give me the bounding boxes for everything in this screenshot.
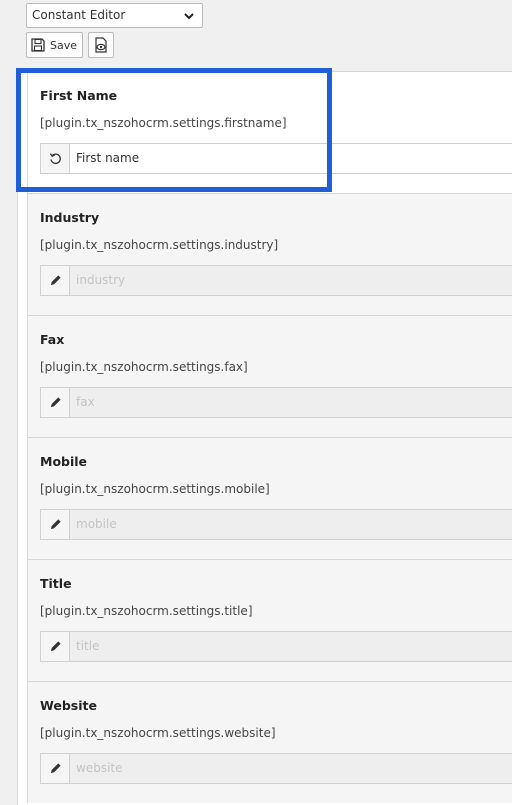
constant-title: Title [plugin.tx_nszohocrm.settings.titl… xyxy=(27,559,512,681)
edit-button[interactable] xyxy=(41,754,70,783)
edit-button[interactable] xyxy=(41,388,70,417)
constant-website: Website [plugin.tx_nszohocrm.settings.we… xyxy=(27,681,512,803)
website-field: website xyxy=(40,753,512,784)
website-input[interactable]: website xyxy=(70,754,123,783)
reset-icon xyxy=(49,153,61,165)
edit-button[interactable] xyxy=(41,510,70,539)
field-title: Industry xyxy=(40,210,100,225)
title-input[interactable]: title xyxy=(70,632,99,661)
pencil-icon xyxy=(50,519,61,530)
mobile-input[interactable]: mobile xyxy=(70,510,117,539)
field-key: [plugin.tx_nszohocrm.settings.industry] xyxy=(40,238,279,252)
pencil-icon xyxy=(50,763,61,774)
field-key: [plugin.tx_nszohocrm.settings.website] xyxy=(40,726,276,740)
floppy-disk-icon xyxy=(31,38,45,52)
fax-field: fax xyxy=(40,387,512,418)
mobile-field: mobile xyxy=(40,509,512,540)
save-button-label: Save xyxy=(50,38,78,52)
pencil-icon xyxy=(50,397,61,408)
field-title: Fax xyxy=(40,332,65,347)
left-gutter xyxy=(0,62,17,805)
fax-input[interactable]: fax xyxy=(70,388,95,417)
industry-field: industry xyxy=(40,265,512,296)
field-title: Mobile xyxy=(40,454,88,469)
view-page-button[interactable] xyxy=(88,32,114,58)
field-key: [plugin.tx_nszohocrm.settings.mobile] xyxy=(40,482,270,496)
field-title: Website xyxy=(40,698,97,713)
firstname-input[interactable]: First name xyxy=(70,144,139,173)
toolbar: Constant Editor Save xyxy=(0,0,512,62)
field-key: [plugin.tx_nszohocrm.settings.title] xyxy=(40,604,253,618)
mode-select[interactable]: Constant Editor xyxy=(26,3,203,28)
industry-input[interactable]: industry xyxy=(70,266,125,295)
edit-button[interactable] xyxy=(41,266,70,295)
pencil-icon xyxy=(50,641,61,652)
field-title: First Name xyxy=(40,88,118,103)
reset-button[interactable] xyxy=(41,144,70,173)
firstname-field: First name xyxy=(40,143,512,174)
field-key: [plugin.tx_nszohocrm.settings.fax] xyxy=(40,360,248,374)
constant-mobile: Mobile [plugin.tx_nszohocrm.settings.mob… xyxy=(27,437,512,559)
field-title: Title xyxy=(40,576,72,591)
field-key: [plugin.tx_nszohocrm.settings.firstname] xyxy=(40,116,287,130)
constant-fax: Fax [plugin.tx_nszohocrm.settings.fax] f… xyxy=(27,315,512,437)
mode-select-value: Constant Editor xyxy=(32,8,126,22)
pencil-icon xyxy=(50,275,61,286)
edit-button[interactable] xyxy=(41,632,70,661)
view-page-icon xyxy=(95,37,107,53)
save-button[interactable]: Save xyxy=(26,32,83,58)
constant-industry: Industry [plugin.tx_nszohocrm.settings.i… xyxy=(27,193,512,315)
chevron-down-icon xyxy=(184,13,194,20)
title-field: title xyxy=(40,631,512,662)
constant-firstname: First Name [plugin.tx_nszohocrm.settings… xyxy=(27,71,512,193)
